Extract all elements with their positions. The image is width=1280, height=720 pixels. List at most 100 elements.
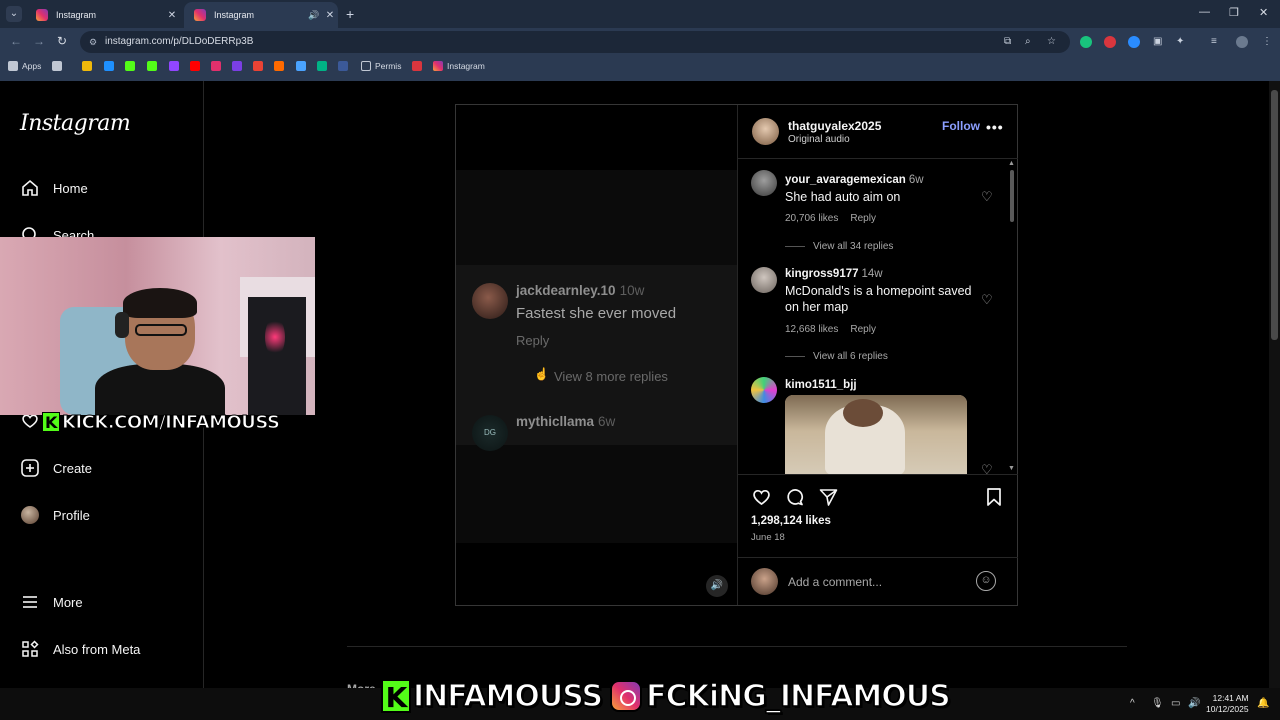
close-icon[interactable]: ✕ bbox=[164, 10, 180, 21]
kick-icon[interactable] bbox=[125, 61, 135, 71]
bookmark-folder-permis[interactable]: Permis bbox=[361, 61, 401, 71]
twitch-icon[interactable] bbox=[169, 61, 179, 71]
bookmark-red-icon[interactable] bbox=[412, 61, 422, 71]
post-like-count[interactable]: 1,298,124 likes bbox=[751, 515, 831, 527]
restore-icon[interactable]: ❐ bbox=[1229, 6, 1239, 19]
comment-gif-image[interactable] bbox=[785, 395, 967, 474]
tab-search-button[interactable]: ⌄ bbox=[6, 6, 22, 22]
url-input[interactable]: ⚙ instagram.com/p/DLDoDERRp3B bbox=[80, 31, 1070, 53]
extension-icon[interactable]: ▣ bbox=[1153, 36, 1162, 47]
site-info-icon[interactable]: ⚙ bbox=[89, 31, 97, 53]
extension-blue-icon[interactable] bbox=[1128, 36, 1140, 48]
reload-icon[interactable]: ↻ bbox=[57, 34, 67, 48]
youtube-icon[interactable] bbox=[190, 61, 200, 71]
close-icon[interactable]: ✕ bbox=[322, 10, 338, 21]
comment-like-heart-icon[interactable]: ♡ bbox=[981, 292, 995, 307]
sidebar-item-also-from-meta[interactable]: Also from Meta bbox=[20, 639, 140, 659]
sidebar-item-profile[interactable]: Profile bbox=[20, 505, 90, 525]
speaker-icon[interactable]: 🔊 bbox=[308, 10, 322, 21]
kick-icon-2[interactable] bbox=[147, 61, 157, 71]
follow-button[interactable]: Follow bbox=[942, 119, 980, 133]
comment-bubble-icon[interactable] bbox=[784, 487, 805, 512]
network-icon[interactable]: ▭ bbox=[1171, 698, 1180, 709]
comments-list[interactable]: ▲ ▼ your_avaragemexican 6w She had auto a… bbox=[738, 160, 1018, 475]
bookmark-orange-icon[interactable] bbox=[274, 61, 284, 71]
comment-reply-button[interactable]: Reply bbox=[850, 324, 876, 335]
scroll-up-icon[interactable]: ▲ bbox=[1008, 160, 1015, 167]
profile-avatar-icon[interactable] bbox=[1236, 36, 1248, 48]
owner-username[interactable]: thatguyalex2025 bbox=[788, 119, 881, 133]
bookmark-blue-icon[interactable] bbox=[104, 61, 114, 71]
instagram-favicon-icon bbox=[194, 9, 206, 21]
video-comment-avatar bbox=[472, 283, 508, 319]
sidebar-item-more[interactable]: More bbox=[20, 592, 83, 612]
view-replies-button[interactable]: View all 6 replies bbox=[785, 351, 888, 362]
comment-reply-button[interactable]: Reply bbox=[850, 213, 876, 224]
bookmark-teal-icon[interactable] bbox=[317, 61, 327, 71]
comment-like-heart-icon[interactable]: ♡ bbox=[981, 462, 995, 474]
scroll-down-icon[interactable]: ▼ bbox=[1008, 465, 1015, 472]
view-replies-button[interactable]: View all 34 replies bbox=[785, 241, 893, 252]
back-icon[interactable]: ← bbox=[10, 34, 22, 48]
comment-user[interactable]: kingross9177 14w bbox=[785, 268, 883, 280]
kebab-menu-icon[interactable]: ⋮ bbox=[1262, 36, 1272, 47]
instagram-icon[interactable] bbox=[211, 61, 221, 71]
browser-tab-2[interactable]: Instagram 🔊 ✕ bbox=[184, 2, 338, 28]
new-tab-button[interactable]: + bbox=[346, 6, 354, 22]
minimize-icon[interactable]: — bbox=[1199, 6, 1210, 18]
zoom-icon[interactable]: ⌕ bbox=[1025, 36, 1031, 47]
more-options-icon[interactable]: ••• bbox=[986, 119, 1004, 135]
sidebar-item-label: Profile bbox=[53, 507, 90, 523]
instagram-logo[interactable]: Instagram bbox=[20, 111, 131, 136]
bookmark-instagram[interactable]: Instagram bbox=[433, 61, 485, 71]
bookmark-cyan-icon[interactable] bbox=[296, 61, 306, 71]
extension-red-icon[interactable] bbox=[1104, 36, 1116, 48]
post-date: June 18 bbox=[751, 532, 785, 543]
tray-chevron-icon[interactable]: ^ bbox=[1130, 698, 1135, 709]
mute-toggle-icon[interactable]: 🔊 bbox=[706, 575, 728, 597]
comment-avatar[interactable] bbox=[751, 267, 777, 293]
binance-icon[interactable] bbox=[82, 61, 92, 71]
comments-scrollbar[interactable] bbox=[1010, 170, 1014, 222]
sidebar-item-home[interactable]: Home bbox=[20, 178, 88, 198]
like-heart-icon[interactable] bbox=[751, 487, 772, 512]
microphone-icon[interactable]: 🎙 bbox=[1151, 698, 1164, 709]
comment-like-heart-icon[interactable]: ♡ bbox=[981, 189, 995, 204]
forward-icon[interactable]: → bbox=[33, 34, 45, 48]
save-bookmark-icon[interactable] bbox=[984, 487, 1004, 512]
comment-user[interactable]: kimo1511_bjj bbox=[785, 379, 857, 391]
media-control-icon[interactable]: ≡ bbox=[1211, 36, 1217, 47]
page-scrollbar-thumb[interactable] bbox=[1271, 90, 1278, 340]
sidebar-item-label: Create bbox=[53, 460, 93, 476]
comment-avatar[interactable] bbox=[751, 170, 777, 196]
comment-avatar[interactable] bbox=[751, 377, 777, 403]
window-close-icon[interactable]: ✕ bbox=[1259, 6, 1268, 19]
bookmark-star-icon[interactable]: ☆ bbox=[1047, 36, 1056, 47]
sidebar-item-create[interactable]: Create bbox=[20, 458, 92, 478]
taskbar-clock[interactable]: 12:41 AM 10/12/2025 bbox=[1206, 693, 1249, 715]
webcam-overlay bbox=[0, 237, 315, 415]
owner-avatar[interactable] bbox=[752, 118, 779, 145]
install-app-icon[interactable]: ⧉ bbox=[1004, 36, 1011, 47]
notification-bell-icon[interactable]: 🔔 bbox=[1257, 698, 1269, 709]
bookmark-purple-icon[interactable] bbox=[232, 61, 242, 71]
share-send-icon[interactable] bbox=[818, 487, 839, 512]
browser-tab-1[interactable]: Instagram ✕ bbox=[26, 2, 180, 28]
extension-green-icon[interactable] bbox=[1080, 36, 1092, 48]
post-actions: 1,298,124 likes June 18 bbox=[738, 477, 1018, 547]
comment-likes[interactable]: 20,706 likes bbox=[785, 213, 838, 224]
volume-icon[interactable]: 🔊 bbox=[1188, 698, 1200, 709]
bookmark-navy-icon[interactable] bbox=[338, 61, 348, 71]
original-audio-link[interactable]: Original audio bbox=[788, 134, 850, 145]
comment-likes[interactable]: 12,668 likes bbox=[785, 324, 838, 335]
reel-video[interactable]: jackdearnley.10 10w Fastest she ever move… bbox=[456, 105, 738, 605]
post-side-panel: thatguyalex2025 Original audio Follow ••… bbox=[738, 105, 1018, 605]
emoji-icon[interactable]: ☺ bbox=[976, 571, 996, 591]
grid-icon[interactable] bbox=[52, 61, 62, 71]
comment-input[interactable] bbox=[788, 573, 968, 591]
comment-user[interactable]: your_avaragemexican 6w bbox=[785, 174, 924, 186]
gmail-icon[interactable] bbox=[253, 61, 263, 71]
video-comment-reply: Reply bbox=[516, 333, 550, 348]
bookmark-apps[interactable]: Apps bbox=[8, 61, 41, 71]
puzzle-icon[interactable]: ✦ bbox=[1176, 36, 1184, 47]
